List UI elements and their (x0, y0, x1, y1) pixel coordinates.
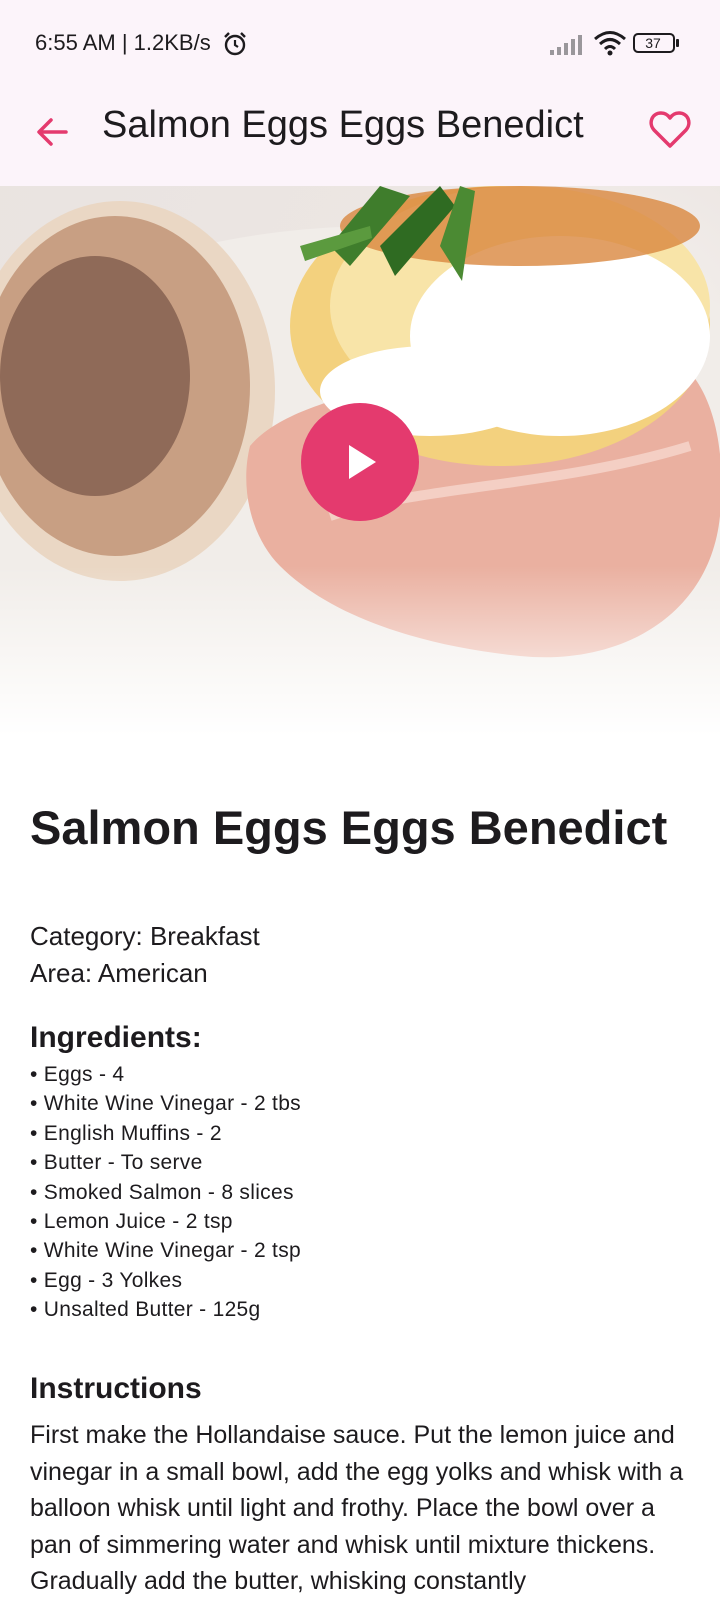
ingredient-item: • English Muffins - 2 (30, 1121, 222, 1145)
favorite-button[interactable] (646, 106, 694, 154)
ingredients-list: • Eggs - 4 • White Wine Vinegar - 2 tbs … (30, 1060, 301, 1325)
recipe-area: Area: American (30, 958, 208, 988)
arrow-back-icon (37, 118, 68, 146)
signal-icon (550, 35, 582, 55)
app-bar: Salmon Eggs Eggs Benedict (0, 86, 720, 186)
ingredient-item: • White Wine Vinegar - 2 tsp (30, 1239, 301, 1263)
recipe-hero-image (0, 186, 720, 736)
ingredient-item: • Eggs - 4 (30, 1063, 125, 1086)
instructions-heading: Instructions (30, 1372, 202, 1405)
recipe-category: Category: Breakfast (30, 921, 260, 951)
ingredients-heading: Ingredients: (30, 1021, 202, 1054)
wifi-icon (594, 31, 626, 56)
status-bar: 6:55 AM | 1.2KB/s 37 (0, 0, 720, 86)
ingredient-item: • White Wine Vinegar - 2 tbs (30, 1092, 301, 1116)
recipe-title: Salmon Eggs Eggs Benedict (30, 801, 668, 854)
heart-outline-icon (649, 111, 691, 148)
ingredient-item: • Lemon Juice - 2 tsp (30, 1210, 233, 1234)
ingredient-item: • Unsalted Butter - 125g (30, 1298, 261, 1322)
back-button[interactable] (30, 110, 74, 154)
status-time: 6:55 AM | 1.2KB/s (35, 30, 211, 55)
battery-level: 37 (645, 35, 661, 51)
play-icon (349, 445, 376, 479)
instructions-text: First make the Hollandaise sauce. Put th… (30, 1421, 684, 1595)
ingredient-item: • Butter - To serve (30, 1151, 203, 1175)
ingredient-item: • Egg - 3 Yolkes (30, 1268, 183, 1292)
alarm-icon (224, 32, 246, 56)
hero-fade (0, 566, 720, 736)
ingredient-item: • Smoked Salmon - 8 slices (30, 1180, 294, 1204)
app-bar-title: Salmon Eggs Eggs Benedict (102, 104, 584, 146)
